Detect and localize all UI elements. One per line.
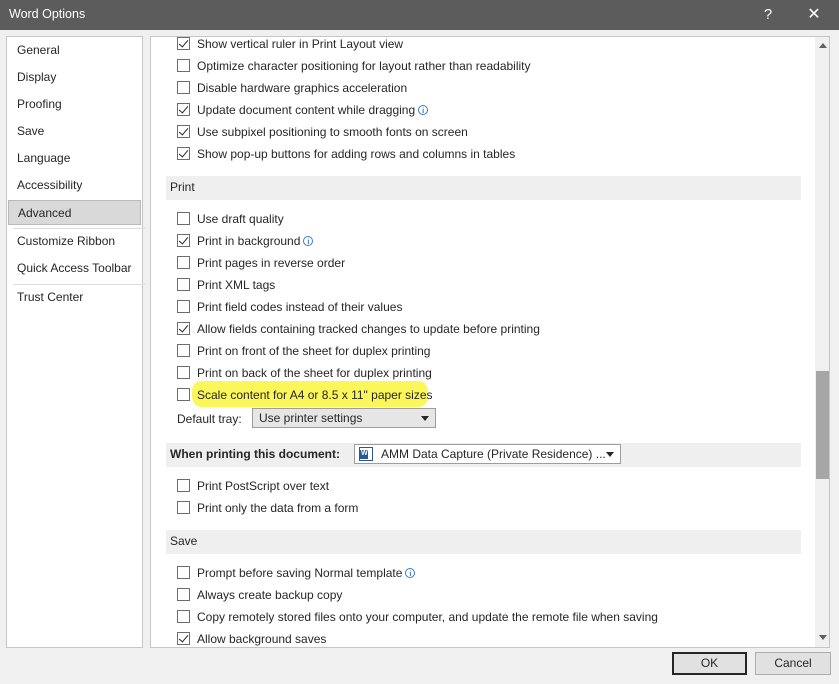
section-title: Save (170, 534, 198, 548)
sidebar-item-label: Trust Center (17, 290, 84, 304)
option-label: Print pages in reverse order (197, 256, 346, 270)
checkbox[interactable] (177, 366, 190, 379)
info-icon[interactable]: i (418, 105, 429, 115)
default-tray-label: Default tray: (177, 412, 242, 426)
option-label-wrap: Prompt before saving Normal template i (197, 564, 416, 582)
cancel-button[interactable]: Cancel (755, 652, 831, 675)
option-label: Scale content for A4 or 8.5 x 11" paper … (197, 388, 433, 402)
sidebar-item-trust-center[interactable]: Trust Center (7, 285, 142, 310)
word-document-icon (359, 447, 373, 461)
sidebar-item-customize-ribbon[interactable]: Customize Ribbon (7, 229, 142, 254)
chevron-down-icon (421, 416, 429, 421)
option-label: Print PostScript over text (197, 479, 330, 493)
option-label-wrap: Print in background i (197, 232, 314, 250)
info-icon[interactable]: i (303, 236, 314, 246)
sidebar-item-save[interactable]: Save (7, 119, 142, 144)
sidebar-item-advanced[interactable]: Advanced (8, 200, 141, 225)
option-label: Print only the data from a form (197, 501, 359, 515)
checkbox[interactable] (177, 322, 190, 335)
option-label: Always create backup copy (197, 588, 343, 602)
option-label-wrap: Update document content while dragging i (197, 101, 429, 119)
option-label: Show vertical ruler in Print Layout view (197, 37, 404, 51)
sidebar-item-accessibility[interactable]: Accessibility (7, 173, 142, 198)
dropdown-value: AMM Data Capture (Private Residence) ... (381, 447, 606, 461)
close-button[interactable]: ✕ (800, 4, 828, 26)
sidebar-item-display[interactable]: Display (7, 65, 142, 90)
scrollbar-thumb[interactable] (816, 371, 829, 479)
sidebar-item-proofing[interactable]: Proofing (7, 92, 142, 117)
help-button[interactable]: ? (754, 4, 782, 26)
checkbox[interactable] (177, 125, 190, 138)
chevron-down-icon (606, 452, 614, 457)
option-label: Allow fields containing tracked changes … (197, 322, 540, 336)
option-label: Show pop-up buttons for adding rows and … (197, 147, 516, 161)
option-label: Print field codes instead of their value… (197, 300, 403, 314)
checkbox[interactable] (177, 588, 190, 601)
checkbox[interactable] (177, 147, 190, 160)
checkbox[interactable] (177, 479, 190, 492)
option-label: Update document content while dragging (197, 103, 416, 117)
default-tray-dropdown[interactable]: Use printer settings (252, 408, 436, 428)
checkbox[interactable] (177, 344, 190, 357)
sidebar-item-general[interactable]: General (7, 38, 142, 63)
info-icon[interactable]: i (405, 568, 416, 578)
document-select-dropdown[interactable]: AMM Data Capture (Private Residence) ... (354, 444, 621, 464)
checkbox[interactable] (177, 81, 190, 94)
checkbox[interactable] (177, 300, 190, 313)
checkbox[interactable] (177, 501, 190, 514)
sidebar-item-quick-access-toolbar[interactable]: Quick Access Toolbar (7, 256, 142, 281)
sidebar-item-label: Language (17, 151, 71, 165)
checkbox[interactable] (177, 256, 190, 269)
checkbox[interactable] (177, 103, 190, 116)
scroll-down-arrow-icon[interactable] (816, 631, 829, 645)
option-label: Optimize character positioning for layou… (197, 59, 531, 73)
sidebar-item-label: Proofing (17, 97, 62, 111)
option-label: Print in background (197, 234, 301, 248)
options-scroll-area: Show vertical ruler in Print Layout view… (151, 37, 815, 647)
section-header-save: Save (166, 530, 801, 554)
sidebar-item-label: Display (17, 70, 57, 84)
sidebar-item-label: Advanced (18, 206, 72, 220)
section-title: When printing this document: (170, 447, 340, 461)
sidebar-item-language[interactable]: Language (7, 146, 142, 171)
checkbox[interactable] (177, 278, 190, 291)
sidebar-item-label: Quick Access Toolbar (17, 261, 132, 275)
checkbox[interactable] (177, 212, 190, 225)
sidebar-item-label: Accessibility (17, 178, 83, 192)
scroll-up-arrow-icon[interactable] (816, 39, 829, 53)
checkbox[interactable] (177, 632, 190, 645)
option-label: Use subpixel positioning to smooth fonts… (197, 125, 468, 139)
title-bar: Word Options ? ✕ (0, 0, 839, 30)
option-label: Disable hardware graphics acceleration (197, 81, 408, 95)
sidebar-item-label: Customize Ribbon (17, 234, 116, 248)
checkbox[interactable] (177, 566, 190, 579)
option-label: Prompt before saving Normal template (197, 566, 403, 580)
checkbox[interactable] (177, 388, 190, 401)
checkbox[interactable] (177, 37, 190, 50)
section-title: Print (170, 180, 195, 194)
ok-button[interactable]: OK (672, 652, 747, 675)
checkbox[interactable] (177, 610, 190, 623)
dropdown-value: Use printer settings (259, 411, 363, 425)
options-panel: Show vertical ruler in Print Layout view… (150, 36, 830, 648)
option-label: Print on front of the sheet for duplex p… (197, 344, 431, 358)
option-label: Use draft quality (197, 212, 284, 226)
option-label: Copy remotely stored files onto your com… (197, 610, 658, 624)
checkbox[interactable] (177, 234, 190, 247)
vertical-scrollbar[interactable] (815, 37, 829, 647)
checkbox[interactable] (177, 59, 190, 72)
section-header-print: Print (166, 176, 801, 200)
sidebar-item-label: Save (17, 124, 45, 138)
option-label: Print XML tags (197, 278, 276, 292)
sidebar-item-label: General (17, 43, 60, 57)
window-title: Word Options (9, 7, 86, 21)
option-label: Print on back of the sheet for duplex pr… (197, 366, 432, 380)
category-sidebar: General Display Proofing Save Language A… (6, 36, 145, 648)
option-label: Allow background saves (197, 632, 327, 646)
